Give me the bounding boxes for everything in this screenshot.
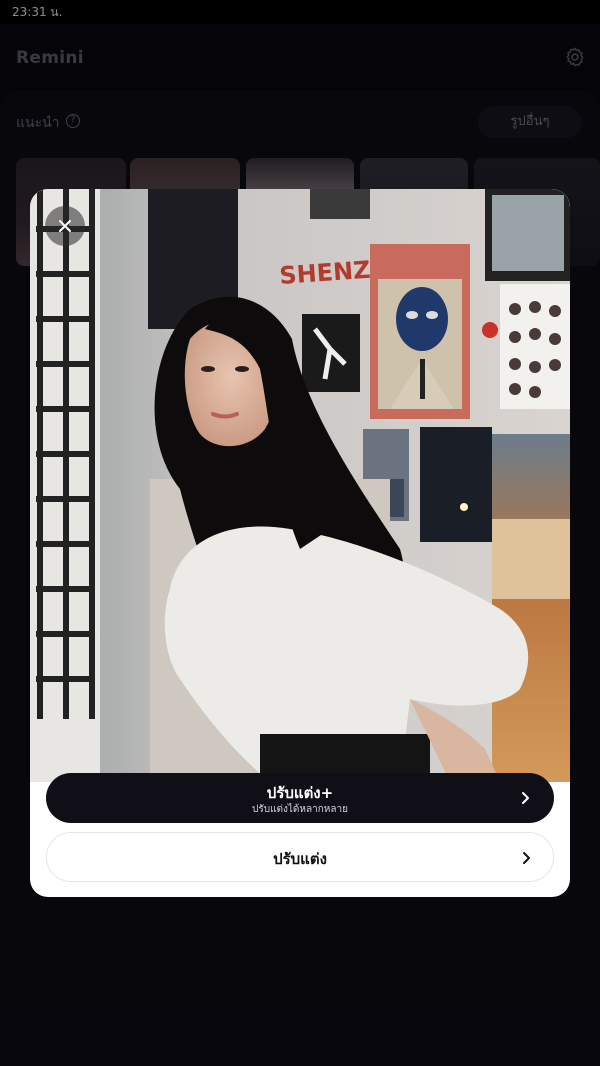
chevron-right-icon — [522, 792, 529, 804]
close-button[interactable] — [45, 206, 85, 246]
enhance-plus-button[interactable]: ปรับแต่ง+ ปรับแต่งได้หลากหลาย — [46, 773, 554, 823]
enhance-label: ปรับแต่ง — [273, 850, 327, 868]
enhance-button[interactable]: ปรับแต่ง — [46, 832, 554, 882]
enhance-plus-sublabel: ปรับแต่งได้หลากหลาย — [252, 804, 348, 815]
chevron-right-icon — [523, 852, 530, 864]
enhance-modal: SHENZHEN ปรับแต่ง+ ปรับแต่งได้หลากหลาย ป… — [30, 189, 570, 897]
close-icon — [59, 220, 71, 232]
selected-photo: SHENZHEN — [30, 189, 570, 782]
